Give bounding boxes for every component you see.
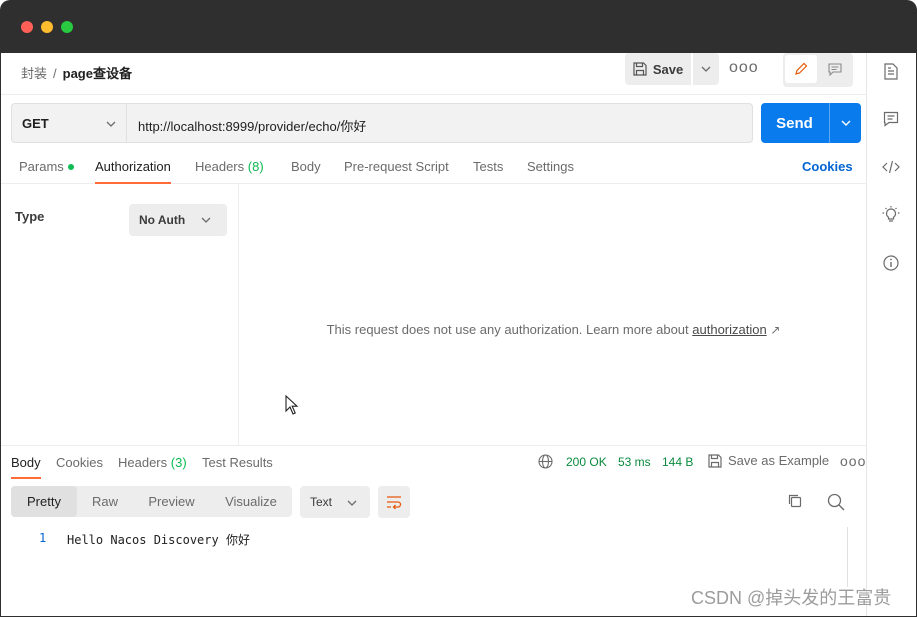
- save-icon: [708, 453, 722, 468]
- cookies-link[interactable]: Cookies: [802, 159, 853, 174]
- url-bar: GET http://localhost:8999/provider/echo/…: [11, 103, 753, 143]
- send-button[interactable]: Send: [761, 103, 828, 143]
- view-mode-toggle: [783, 53, 853, 87]
- format-value: Text: [310, 495, 333, 509]
- view-preview-button[interactable]: Preview: [133, 486, 210, 517]
- right-sidebar: [866, 53, 916, 616]
- headers-count: (8): [247, 159, 264, 174]
- format-select[interactable]: Text: [300, 486, 370, 518]
- save-as-example-label: Save as Example: [728, 453, 830, 468]
- request-tabs: Params Authorization Headers (8) Body Pr…: [1, 149, 867, 184]
- auth-message-panel: This request does not use any authorizat…: [240, 184, 867, 445]
- tab-params[interactable]: Params: [19, 159, 74, 174]
- chevron-down-icon: [106, 115, 116, 130]
- request-header: 封装 / page查设备 Save ooo: [1, 53, 867, 95]
- breadcrumb-parent[interactable]: 封装: [21, 66, 47, 81]
- external-link-icon: ↗: [770, 323, 781, 337]
- response-body-editor[interactable]: 1 Hello Nacos Discovery 你好: [1, 527, 847, 587]
- info-icon[interactable]: [880, 252, 902, 274]
- view-mode-segmented: Pretty Raw Preview Visualize: [11, 486, 292, 517]
- tab-authorization[interactable]: Authorization: [95, 159, 171, 184]
- tab-tests[interactable]: Tests: [473, 159, 503, 174]
- response-status[interactable]: 200 OK: [566, 455, 607, 469]
- save-group: Save: [625, 53, 719, 85]
- url-input[interactable]: http://localhost:8999/provider/echo/你好: [138, 116, 366, 135]
- close-window-button[interactable]: [21, 21, 33, 33]
- line-number: 1: [39, 531, 47, 545]
- edit-mode-button[interactable]: [785, 55, 817, 83]
- tab-body[interactable]: Body: [291, 159, 321, 174]
- lightbulb-icon[interactable]: [880, 204, 902, 226]
- response-scrollbar[interactable]: [847, 527, 848, 587]
- breadcrumb: 封装 / page查设备: [21, 63, 132, 82]
- save-label: Save: [652, 61, 684, 77]
- code-icon[interactable]: [880, 156, 902, 178]
- chevron-down-icon: [347, 494, 357, 509]
- tab-pre-request-script[interactable]: Pre-request Script: [344, 159, 449, 174]
- app-window: 封装 / page查设备 Save ooo GET http://localho…: [0, 53, 917, 617]
- wrap-lines-button[interactable]: [378, 486, 410, 518]
- params-status-dot: [67, 163, 74, 170]
- copy-icon[interactable]: [787, 493, 803, 512]
- response-more-button[interactable]: ooo: [840, 453, 866, 469]
- save-button[interactable]: Save: [625, 53, 691, 85]
- breadcrumb-separator: /: [53, 66, 57, 81]
- view-raw-button[interactable]: Raw: [77, 486, 133, 517]
- chevron-down-icon: [201, 211, 211, 226]
- zoom-window-button[interactable]: [61, 21, 73, 33]
- auth-type-panel: Type No Auth: [1, 184, 239, 445]
- more-actions-button[interactable]: ooo: [729, 60, 758, 77]
- save-icon: [633, 62, 647, 76]
- response-time[interactable]: 53 ms: [618, 455, 651, 469]
- view-visualize-button[interactable]: Visualize: [210, 486, 292, 517]
- search-icon[interactable]: [827, 493, 845, 514]
- send-group: Send: [761, 103, 861, 143]
- tab-settings[interactable]: Settings: [527, 159, 574, 174]
- response-tabs: Body Cookies Headers (3) Test Results 20…: [1, 446, 867, 484]
- save-as-example-button[interactable]: Save as Example: [708, 453, 829, 468]
- comment-icon[interactable]: [880, 108, 902, 130]
- mouse-pointer-icon: [285, 394, 299, 418]
- view-pretty-button[interactable]: Pretty: [11, 486, 77, 517]
- breadcrumb-current[interactable]: page查设备: [63, 66, 132, 81]
- watermark: CSDN @掉头发的王富贵: [691, 588, 892, 608]
- response-tab-body[interactable]: Body: [11, 455, 41, 479]
- globe-icon[interactable]: [538, 454, 553, 472]
- response-tab-headers[interactable]: Headers (3): [118, 455, 187, 470]
- response-body-line: Hello Nacos Discovery 你好: [67, 533, 250, 547]
- send-options-chevron-down-icon[interactable]: [830, 103, 861, 143]
- response-headers-count: (3): [170, 455, 187, 470]
- documentation-mode-button[interactable]: [819, 55, 851, 83]
- tab-headers[interactable]: Headers (8): [195, 159, 264, 174]
- auth-type-label: Type: [15, 209, 45, 224]
- response-tab-cookies[interactable]: Cookies: [56, 455, 103, 470]
- save-options-chevron-down-icon[interactable]: [693, 53, 719, 85]
- response-tab-test-results[interactable]: Test Results: [202, 455, 273, 470]
- response-size[interactable]: 144 B: [662, 455, 693, 469]
- pencil-icon: [795, 62, 808, 75]
- document-icon[interactable]: [880, 60, 902, 82]
- method-value: GET: [22, 116, 49, 131]
- doc-comment-icon: [828, 62, 842, 76]
- auth-message: This request does not use any authorizat…: [326, 322, 781, 337]
- wrap-lines-icon: [387, 496, 402, 509]
- window-titlebar: [0, 0, 917, 53]
- authorization-learn-more-link[interactable]: authorization: [692, 322, 766, 337]
- minimize-window-button[interactable]: [41, 21, 53, 33]
- method-select[interactable]: GET: [12, 104, 127, 142]
- auth-type-select[interactable]: No Auth: [129, 204, 227, 236]
- auth-type-value: No Auth: [139, 213, 186, 227]
